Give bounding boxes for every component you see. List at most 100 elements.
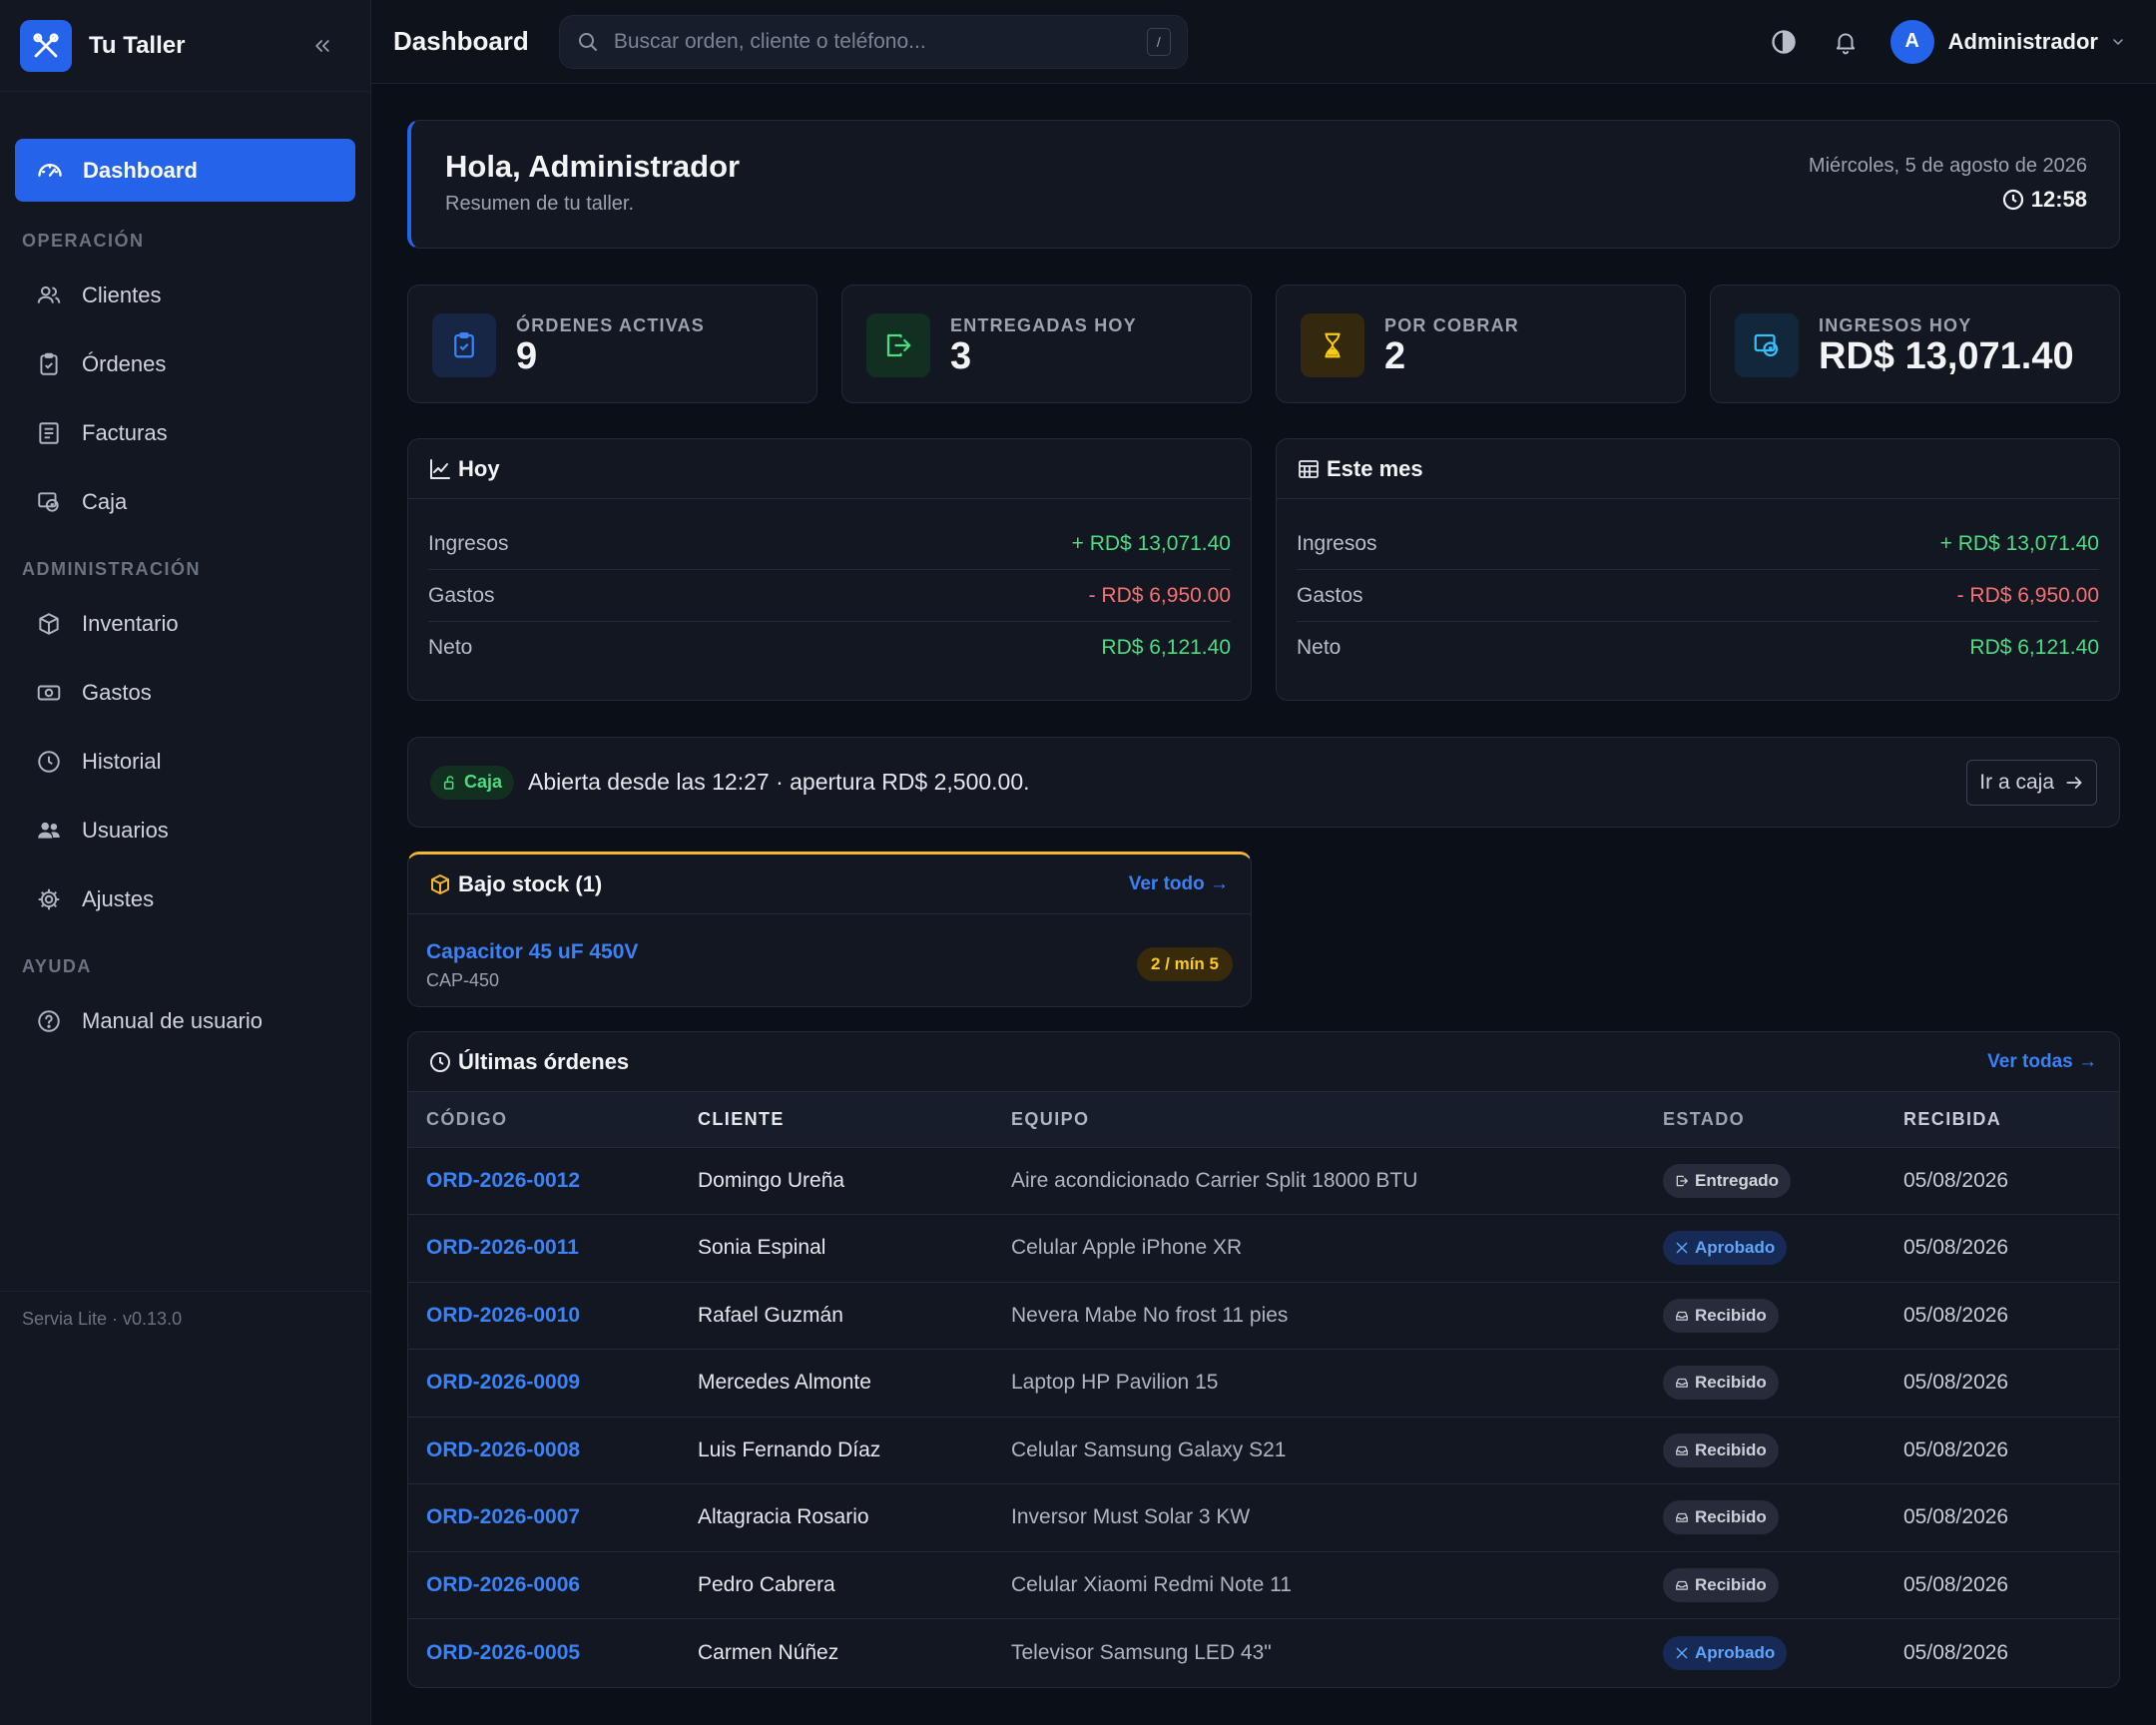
section-administracion: ADMINISTRACIÓN xyxy=(22,559,201,579)
summary-row-gastos: Gastos - RD$ 6,950.00 xyxy=(1297,570,2099,622)
section-operacion: OPERACIÓN xyxy=(22,231,145,251)
order-code-cell: ORD-2026-0006 xyxy=(408,1551,698,1619)
order-code-link[interactable]: ORD-2026-0007 xyxy=(426,1505,580,1528)
avatar[interactable]: A xyxy=(1889,19,1934,64)
sidebar-item-usuarios[interactable]: Usuarios xyxy=(0,796,370,864)
order-code-link[interactable]: ORD-2026-0009 xyxy=(426,1371,580,1394)
status-cell: Recibido xyxy=(1663,1349,1903,1418)
panel-header: Este mes xyxy=(1277,439,2119,499)
row-label: Ingresos xyxy=(1297,531,1377,555)
table-row[interactable]: ORD-2026-0010 Rafael Guzmán Nevera Mabe No… xyxy=(408,1282,2119,1350)
search-input[interactable] xyxy=(613,29,1147,54)
panel-title: Últimas órdenes xyxy=(458,1048,630,1074)
status-label: Recibido xyxy=(1695,1439,1767,1459)
search-box: / xyxy=(558,14,1188,69)
caja-badge-label: Caja xyxy=(464,772,503,792)
stat-card-ingresos-hoy: INGRESOS HOY RD$ 13,071.40 xyxy=(1710,285,2120,403)
sidebar-item-dashboard[interactable]: Dashboard xyxy=(15,139,355,202)
clock-icon xyxy=(428,1050,458,1074)
view-all-orders-link[interactable]: Ver todas → xyxy=(1987,1051,2097,1073)
sidebar-item-label: Órdenes xyxy=(82,350,167,376)
column-header[interactable]: CLIENTE xyxy=(698,1092,1011,1148)
status-label: Aprobado xyxy=(1695,1238,1776,1258)
status-cell: Entregado xyxy=(1663,1147,1903,1215)
table-row[interactable]: ORD-2026-0011 Sonia Espinal Celular Apple … xyxy=(408,1214,2119,1283)
sidebar-item-manual[interactable]: Manual de usuario xyxy=(0,986,370,1055)
tools-logo-icon xyxy=(20,19,72,72)
received-date-cell: 05/08/2026 xyxy=(1903,1551,2119,1619)
table-row[interactable]: ORD-2026-0008 Luis Fernando Díaz Celular S… xyxy=(408,1417,2119,1484)
equipment-cell: Celular Samsung Galaxy S21 xyxy=(1011,1417,1663,1484)
sidebar-item-label: Manual de usuario xyxy=(82,1007,264,1033)
client-cell: Pedro Cabrera xyxy=(698,1551,1011,1619)
clipboard-check-icon xyxy=(432,313,496,377)
chevron-down-icon[interactable] xyxy=(2110,34,2126,50)
summary-row-gastos: Gastos - RD$ 6,950.00 xyxy=(428,570,1231,622)
equipment-cell: Celular Xiaomi Redmi Note 11 xyxy=(1011,1551,1663,1619)
order-code-link[interactable]: ORD-2026-0011 xyxy=(426,1236,579,1259)
sidebar-item-caja[interactable]: Caja xyxy=(0,467,370,536)
order-code-cell: ORD-2026-0008 xyxy=(408,1417,698,1484)
sidebar-item-ajustes[interactable]: Ajustes xyxy=(0,864,370,933)
status-badge: Entregado xyxy=(1663,1163,1792,1198)
sidebar-item-inventario[interactable]: Inventario xyxy=(0,589,370,658)
sidebar-item-label: Gastos xyxy=(82,679,152,705)
client-cell: Altagracia Rosario xyxy=(698,1483,1011,1552)
status-label: Recibido xyxy=(1695,1507,1767,1527)
summary-row-neto: Neto RD$ 6,121.40 xyxy=(428,622,1231,674)
sidebar-item-gastos[interactable]: Gastos xyxy=(0,658,370,727)
status-cell: Aprobado xyxy=(1663,1619,1903,1687)
go-to-caja-button[interactable]: Ir a caja xyxy=(1966,759,2097,806)
column-header[interactable]: ESTADO xyxy=(1663,1092,1903,1148)
stat-value: RD$ 13,071.40 xyxy=(1819,335,2074,377)
equipment-cell: Aire acondicionado Carrier Split 18000 B… xyxy=(1011,1147,1663,1215)
sidebar-item-ordenes[interactable]: Órdenes xyxy=(0,329,370,398)
order-code-link[interactable]: ORD-2026-0008 xyxy=(426,1438,580,1461)
table-row[interactable]: ORD-2026-0006 Pedro Cabrera Celular Xiaomi… xyxy=(408,1551,2119,1619)
order-code-cell: ORD-2026-0007 xyxy=(408,1483,698,1552)
status-cell: Recibido xyxy=(1663,1551,1903,1619)
status-label: Entregado xyxy=(1695,1170,1780,1190)
sidebar-item-label: Inventario xyxy=(82,610,179,636)
sidebar-item-clientes[interactable]: Clientes xyxy=(0,261,370,329)
sidebar-item-label: Ajustes xyxy=(82,885,155,911)
status-badge: Recibido xyxy=(1663,1567,1779,1602)
order-code-cell: ORD-2026-0012 xyxy=(408,1147,698,1215)
welcome-card: Hola, Administrador Resumen de tu taller… xyxy=(407,120,2120,249)
help-circle-icon xyxy=(36,1008,62,1034)
user-menu-name[interactable]: Administrador xyxy=(1948,29,2098,55)
box-icon xyxy=(36,611,62,637)
sidebar-item-historial[interactable]: Historial xyxy=(0,727,370,796)
bell-icon[interactable] xyxy=(1829,25,1863,59)
search-icon xyxy=(576,30,600,54)
theme-toggle-icon[interactable] xyxy=(1767,25,1801,59)
column-header[interactable]: RECIBIDA xyxy=(1903,1092,2119,1148)
order-code-link[interactable]: ORD-2026-0006 xyxy=(426,1573,580,1596)
users-icon xyxy=(36,283,62,308)
order-code-link[interactable]: ORD-2026-0005 xyxy=(426,1641,580,1664)
clipboard-icon xyxy=(36,351,62,377)
table-row[interactable]: ORD-2026-0009 Mercedes Almonte Laptop HP P… xyxy=(408,1349,2119,1418)
order-code-link[interactable]: ORD-2026-0012 xyxy=(426,1169,580,1192)
stat-value: 2 xyxy=(1384,335,1406,377)
sidebar-item-facturas[interactable]: Facturas xyxy=(0,398,370,467)
status-badge: Recibido xyxy=(1663,1433,1779,1467)
order-code-link[interactable]: ORD-2026-0010 xyxy=(426,1304,580,1327)
received-date-cell: 05/08/2026 xyxy=(1903,1214,2119,1283)
column-header[interactable]: CÓDIGO xyxy=(408,1092,698,1148)
status-cell: Recibido xyxy=(1663,1483,1903,1552)
stock-item-name[interactable]: Capacitor 45 uF 450V xyxy=(426,940,638,964)
table-row[interactable]: ORD-2026-0005 Carmen Núñez Televisor Samsu… xyxy=(408,1619,2119,1687)
cash-register-icon xyxy=(36,489,62,515)
latest-orders-card: Últimas órdenes Ver todas → CÓDIGO CLIEN… xyxy=(407,1031,2120,1688)
client-cell: Domingo Ureña xyxy=(698,1147,1011,1215)
calendar-grid-icon xyxy=(1297,457,1327,481)
box-icon xyxy=(428,872,458,896)
collapse-sidebar-icon[interactable] xyxy=(308,32,336,60)
table-row[interactable]: ORD-2026-0007 Altagracia Rosario Inversor … xyxy=(408,1483,2119,1552)
table-row[interactable]: ORD-2026-0012 Domingo Ureña Aire acondicio… xyxy=(408,1147,2119,1215)
view-all-stock-link[interactable]: Ver todo → xyxy=(1129,873,1229,895)
received-date-cell: 05/08/2026 xyxy=(1903,1349,2119,1418)
inbox-icon xyxy=(1675,1510,1695,1524)
column-header[interactable]: EQUIPO xyxy=(1011,1092,1663,1148)
